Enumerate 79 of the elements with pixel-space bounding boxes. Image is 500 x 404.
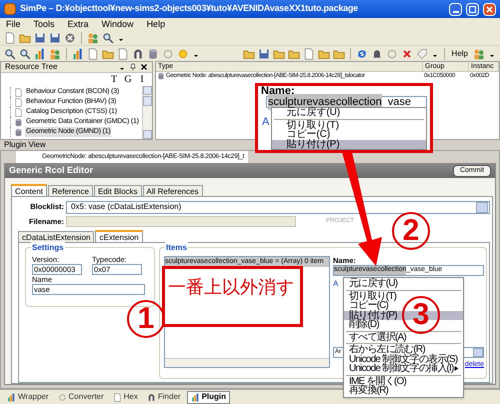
bottom-tab[interactable]: Finder	[144, 390, 184, 404]
folder-icon[interactable]	[19, 32, 31, 44]
help-button[interactable]: Help	[450, 48, 470, 60]
dropdown[interactable]: 0x5: vase (cDataListExtension)	[66, 200, 490, 214]
scrollbar[interactable]	[142, 86, 152, 139]
magnet-icon[interactable]	[132, 48, 144, 60]
bottom-tab[interactable]: Hex	[110, 390, 141, 404]
menu-item[interactable]: Tools	[32, 18, 57, 32]
search-icon[interactable]	[4, 48, 16, 60]
dropdown-button[interactable]	[476, 202, 488, 212]
menu-item[interactable]: File	[4, 18, 23, 32]
page-icon[interactable]	[112, 392, 122, 402]
scrollbar[interactable]	[165, 358, 329, 367]
bottom-tab[interactable]: Converter	[54, 390, 107, 404]
tab[interactable]: Reference	[48, 185, 93, 196]
menu-item[interactable]: 貼り付け(P)	[272, 140, 426, 149]
bar-chart-icon[interactable]	[7, 392, 16, 402]
minimize-icon	[452, 10, 458, 12]
filter-button[interactable]: I	[136, 74, 148, 86]
close-icon[interactable]	[140, 63, 148, 71]
tab[interactable]: cDataListExtension	[18, 231, 94, 242]
editor-title: Generic Rcol Editor	[9, 164, 94, 178]
maximize-icon	[467, 4, 478, 14]
circle-icon[interactable]	[58, 392, 67, 402]
menu-item[interactable]: Window	[100, 18, 136, 32]
tab[interactable]: cExtension	[95, 230, 143, 242]
cross-circle-icon[interactable]	[64, 32, 76, 44]
page-icon[interactable]	[4, 32, 16, 44]
menu-item[interactable]: Help	[144, 18, 168, 32]
menu-item[interactable]: すべて選択(A)	[344, 332, 463, 342]
menu-item[interactable]: 元に戻す(U)	[344, 279, 463, 288]
menu-item[interactable]: 切り取り(T)	[272, 120, 426, 130]
minimize-button[interactable]	[449, 2, 462, 16]
people-icon[interactable]	[87, 32, 99, 44]
maximize-button[interactable]	[466, 2, 479, 16]
menu-item[interactable]: Unicode 制御文字の挿入(I)	[344, 364, 463, 374]
bar-chart-icon[interactable]	[72, 48, 84, 60]
annotation-note: 一番上以外消す	[162, 266, 303, 327]
search-icon[interactable]	[19, 48, 31, 60]
group-title: A	[333, 278, 338, 290]
database-icon[interactable]	[14, 118, 23, 126]
search-icon[interactable]	[102, 32, 114, 44]
group-title: Settings	[31, 242, 65, 254]
submenu-arrow-icon	[454, 366, 459, 372]
tab[interactable]: All References	[142, 185, 203, 196]
app-logo-icon	[4, 3, 16, 15]
menu-item[interactable]: 再変換(R)	[344, 386, 463, 396]
filter-button[interactable]: T	[108, 74, 120, 86]
delete-icon[interactable]	[400, 48, 413, 60]
step-marker: 3	[402, 296, 440, 334]
step-marker: 2	[392, 212, 430, 250]
tab[interactable]: Edit Blocks	[94, 185, 142, 196]
field-label: Name:	[261, 86, 295, 96]
bottom-tab[interactable]: Wrapper	[4, 390, 52, 404]
step-marker: 1	[127, 300, 165, 338]
close-icon	[484, 4, 495, 14]
bar-chart-icon[interactable]	[34, 48, 46, 60]
menu-item[interactable]: コピー(C)	[272, 130, 426, 140]
menu-item[interactable]: Unicode 制御文字の表示(S)	[344, 354, 463, 364]
database-icon[interactable]	[14, 128, 23, 136]
bottom-tab[interactable]: Plugin	[186, 390, 230, 404]
menu-item[interactable]: Extra	[66, 18, 91, 32]
filter-button[interactable]: G	[122, 74, 134, 86]
circle-icon[interactable]	[162, 48, 174, 60]
database-icon[interactable]	[157, 72, 165, 80]
menu-item[interactable]: IME を開く(O)	[344, 376, 463, 386]
close-button[interactable]	[483, 2, 496, 16]
menu-item[interactable]: 元に戻す(U)	[272, 108, 426, 118]
magnet-icon[interactable]	[146, 392, 156, 402]
bell-icon[interactable]	[370, 48, 383, 60]
tab[interactable]: Content	[11, 184, 48, 196]
people-icon[interactable]	[49, 48, 61, 60]
pin-icon[interactable]	[129, 63, 137, 71]
group-title: A	[262, 115, 270, 130]
refresh-icon[interactable]	[356, 48, 368, 60]
menu-item[interactable]: 右から左に読む(R)	[344, 345, 463, 354]
pane-title: Resource Tree	[5, 61, 58, 73]
window-title: SimPe – D:¥objecttool¥new-sims2-objects003¥tuto¥AVENIDAvaseXX1tuto.package	[20, 2, 359, 16]
bar-chart-icon[interactable]	[190, 392, 200, 402]
